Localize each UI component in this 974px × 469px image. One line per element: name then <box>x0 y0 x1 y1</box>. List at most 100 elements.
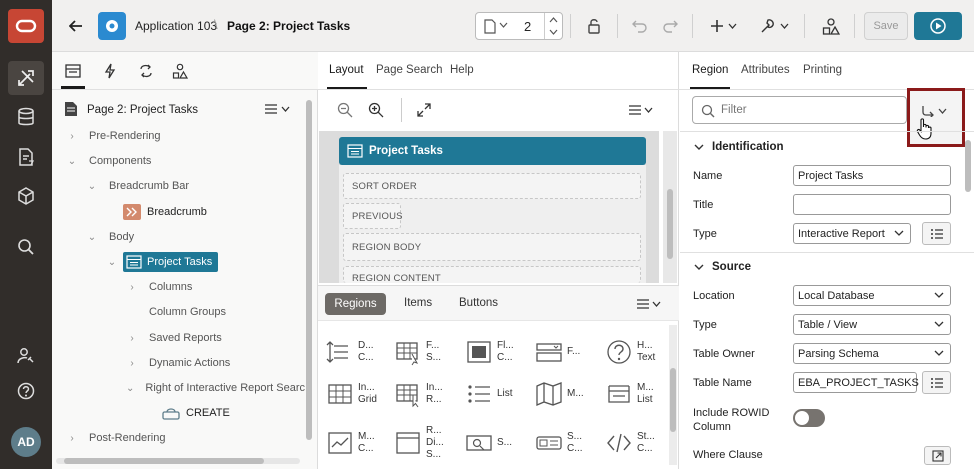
include-rowid-toggle[interactable] <box>793 409 825 427</box>
search-icon[interactable] <box>8 230 44 264</box>
gallery-tab-buttons[interactable]: Buttons <box>459 297 498 309</box>
region-project-tasks[interactable]: Project Tasks <box>339 137 646 165</box>
tree-vertical-scrollbar[interactable] <box>306 100 312 440</box>
table-name-field[interactable]: EBA_PROJECT_TASKS <box>793 372 919 393</box>
tree-node-columns[interactable]: › Columns <box>125 276 192 298</box>
gallery-tab-regions[interactable]: Regions <box>325 293 386 315</box>
table-owner-select[interactable]: Parsing Schema <box>793 343 951 364</box>
gallery-scrollbar[interactable] <box>670 368 676 432</box>
redo-icon[interactable] <box>658 12 682 40</box>
gallery-item[interactable]: In... R... <box>394 371 466 417</box>
gallery-item[interactable]: D... C... <box>326 329 398 375</box>
administration-icon[interactable] <box>8 339 44 373</box>
go-to-group-button[interactable] <box>921 105 949 117</box>
tab-region[interactable]: Region <box>692 64 728 76</box>
gallery-item[interactable]: R... Di... S... <box>394 420 466 466</box>
section-source[interactable]: Source <box>680 255 974 279</box>
chevron-right-icon[interactable]: › <box>125 358 139 369</box>
tree-node-saved-reports[interactable]: › Saved Reports <box>125 327 221 349</box>
slot-sort-order[interactable]: SORT ORDER <box>343 173 641 199</box>
app-name-link[interactable]: Application 103 <box>135 19 217 33</box>
back-arrow-icon[interactable] <box>64 12 88 40</box>
chevron-right-icon[interactable]: › <box>65 131 79 142</box>
undo-icon[interactable] <box>628 12 652 40</box>
page-number-input[interactable]: 2 <box>524 19 531 34</box>
tree-root-label[interactable]: Page 2: Project Tasks <box>87 104 198 116</box>
tree-node-project-tasks[interactable]: ⌄ Project Tasks <box>105 251 219 273</box>
gallery-icon[interactable] <box>8 179 44 213</box>
page-lock-icon[interactable] <box>582 12 606 40</box>
tab-layout[interactable]: Layout <box>329 64 364 76</box>
oracle-logo-icon[interactable] <box>8 9 44 43</box>
slot-previous[interactable]: PREVIOUS <box>343 203 403 229</box>
rendering-tab-icon[interactable] <box>65 64 81 78</box>
gallery-item[interactable]: F... S... <box>394 329 466 375</box>
source-type-select[interactable]: Table / View <box>793 314 951 335</box>
gallery-tab-items[interactable]: Items <box>404 297 432 309</box>
tree-node-dynamic-actions[interactable]: › Dynamic Actions <box>125 352 230 374</box>
where-clause-expand-button[interactable] <box>924 446 951 465</box>
slot-region-content[interactable]: REGION CONTENT <box>343 266 641 283</box>
page-selector[interactable]: 2 <box>475 12 563 40</box>
chevron-down-icon[interactable]: ⌄ <box>85 232 99 243</box>
tree-node-pre-rendering[interactable]: › Pre-Rendering <box>65 125 160 147</box>
gallery-item[interactable]: List <box>465 371 537 417</box>
slot-region-body[interactable]: REGION BODY <box>343 233 641 261</box>
gallery-item[interactable]: In... Grid <box>326 371 398 417</box>
layout-menu-icon[interactable] <box>628 105 654 115</box>
zoom-in-icon[interactable] <box>368 102 384 118</box>
gallery-item[interactable]: S... C... <box>535 420 607 466</box>
app-icon[interactable] <box>98 12 126 40</box>
tree-node-create-button[interactable]: CREATE <box>162 402 230 424</box>
gallery-item[interactable]: M... List <box>605 371 677 417</box>
type-options-button[interactable] <box>922 222 951 245</box>
page-down-chevron-icon[interactable] <box>549 29 558 35</box>
gallery-item[interactable]: F... <box>535 329 607 375</box>
save-button[interactable]: Save <box>864 12 908 40</box>
gallery-item[interactable]: St... C... <box>605 420 677 466</box>
tree-node-breadcrumb-bar[interactable]: ⌄ Breadcrumb Bar <box>85 175 189 197</box>
name-field[interactable]: Project Tasks <box>793 165 951 186</box>
tree-menu-icon[interactable] <box>264 104 292 114</box>
chevron-down-icon[interactable]: ⌄ <box>105 257 119 268</box>
chevron-down-icon[interactable]: ⌄ <box>125 383 135 394</box>
chevron-right-icon[interactable]: › <box>125 333 139 344</box>
shared-components-tab-icon[interactable] <box>172 63 188 79</box>
sql-workshop-icon[interactable] <box>8 100 44 134</box>
chevron-down-icon[interactable] <box>694 144 704 151</box>
gallery-menu-icon[interactable] <box>636 299 662 309</box>
tree-node-breadcrumb[interactable]: Breadcrumb <box>123 201 207 223</box>
property-scrollbar[interactable] <box>965 140 971 192</box>
zoom-out-icon[interactable] <box>337 102 353 118</box>
gallery-item[interactable]: M... <box>535 371 607 417</box>
app-builder-icon[interactable] <box>8 61 44 95</box>
tab-page-search[interactable]: Page Search <box>376 64 443 76</box>
dynamic-actions-tab-icon[interactable] <box>104 63 116 79</box>
create-menu-button[interactable] <box>707 12 741 40</box>
section-identification[interactable]: Identification <box>680 135 974 159</box>
team-development-icon[interactable] <box>8 140 44 174</box>
tree-horizontal-scrollbar[interactable] <box>64 458 264 464</box>
processing-tab-icon[interactable] <box>138 63 154 79</box>
filter-field[interactable] <box>692 96 907 124</box>
help-icon[interactable] <box>8 374 44 408</box>
gallery-item[interactable]: S... <box>465 420 537 466</box>
gallery-item[interactable]: H... Text <box>605 329 677 375</box>
user-avatar[interactable]: AD <box>11 427 41 457</box>
type-select[interactable]: Interactive Report <box>793 223 911 244</box>
tree-node-column-groups[interactable]: Column Groups <box>125 301 226 323</box>
filter-input[interactable] <box>721 102 901 118</box>
chevron-down-icon[interactable]: ⌄ <box>85 181 99 192</box>
tree-node-post-rendering[interactable]: › Post-Rendering <box>65 427 165 449</box>
tree-node-components[interactable]: ⌄ Components <box>65 150 152 172</box>
expand-icon[interactable] <box>417 103 431 117</box>
run-page-button[interactable] <box>914 12 962 40</box>
chevron-right-icon[interactable]: › <box>125 282 139 293</box>
tab-printing[interactable]: Printing <box>803 64 842 76</box>
gallery-item[interactable]: M... C... <box>326 420 398 466</box>
tab-help[interactable]: Help <box>450 64 474 76</box>
chevron-down-icon[interactable]: ⌄ <box>65 156 79 167</box>
tree-node-body[interactable]: ⌄ Body <box>85 226 134 248</box>
shared-components-icon[interactable] <box>818 12 844 40</box>
gallery-item[interactable]: Fl... C... <box>465 329 537 375</box>
